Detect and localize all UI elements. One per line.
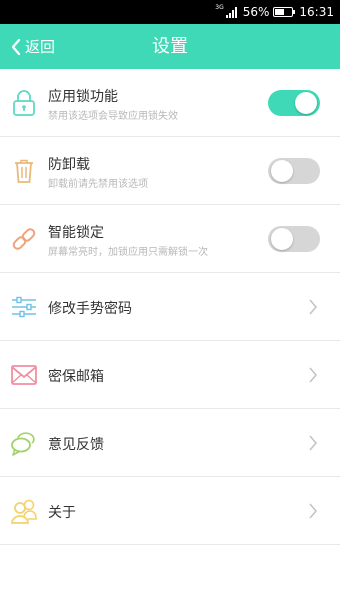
setting-label: 智能锁定 bbox=[48, 225, 104, 241]
setting-row-app-lock: 应用锁功能 禁用该选项会导致应用锁失效 bbox=[0, 69, 340, 137]
back-label: 返回 bbox=[25, 38, 56, 56]
back-button[interactable]: 返回 bbox=[10, 24, 55, 69]
gesture-sliders-icon bbox=[12, 296, 36, 318]
setting-label: 关于 bbox=[48, 505, 76, 521]
trash-can-icon bbox=[15, 159, 33, 183]
chevron-left-icon bbox=[11, 38, 21, 55]
toggle-knob bbox=[295, 92, 317, 114]
speech-bubbles-icon bbox=[11, 432, 35, 456]
status-bar: 3G 56% 16:31 bbox=[0, 0, 340, 24]
status-indicators: 3G 56% 16:31 bbox=[215, 3, 334, 21]
envelope-icon bbox=[11, 365, 37, 385]
setting-row-change-gesture[interactable]: 修改手势密码 bbox=[0, 273, 340, 341]
smart-lock-toggle[interactable] bbox=[268, 226, 320, 252]
chevron-right-icon bbox=[309, 435, 318, 451]
setting-description: 屏幕常亮时，加锁应用只需解锁一次 bbox=[48, 247, 208, 258]
title-bar: 返回 设置 bbox=[0, 24, 340, 69]
setting-label: 意见反馈 bbox=[48, 437, 104, 453]
chevron-right-icon bbox=[309, 299, 318, 315]
setting-description: 卸载前请先禁用该选项 bbox=[48, 179, 148, 190]
setting-row-about[interactable]: 关于 bbox=[0, 477, 340, 545]
link-icon bbox=[12, 228, 36, 250]
clock: 16:31 bbox=[299, 5, 334, 19]
setting-label: 修改手势密码 bbox=[48, 301, 132, 317]
chevron-right-icon bbox=[309, 367, 318, 383]
setting-row-smart-lock: 智能锁定 屏幕常亮时，加锁应用只需解锁一次 bbox=[0, 205, 340, 273]
setting-row-feedback[interactable]: 意见反馈 bbox=[0, 409, 340, 477]
setting-label: 密保邮箱 bbox=[48, 369, 104, 385]
network-type: 3G bbox=[215, 3, 224, 11]
setting-description: 禁用该选项会导致应用锁失效 bbox=[48, 111, 178, 122]
padlock-icon bbox=[13, 90, 35, 116]
chevron-right-icon bbox=[309, 503, 318, 519]
toggle-knob bbox=[271, 228, 293, 250]
signal-icon bbox=[225, 6, 237, 18]
anti-uninstall-toggle[interactable] bbox=[268, 158, 320, 184]
setting-row-anti-uninstall: 防卸载 卸载前请先禁用该选项 bbox=[0, 137, 340, 205]
battery-percent: 56% bbox=[242, 5, 270, 19]
people-icon bbox=[11, 499, 37, 524]
setting-row-security-email[interactable]: 密保邮箱 bbox=[0, 341, 340, 409]
setting-label: 防卸载 bbox=[48, 157, 90, 173]
toggle-knob bbox=[271, 160, 293, 182]
app-lock-toggle[interactable] bbox=[268, 90, 320, 116]
setting-label: 应用锁功能 bbox=[48, 89, 118, 105]
battery-icon bbox=[273, 7, 296, 17]
